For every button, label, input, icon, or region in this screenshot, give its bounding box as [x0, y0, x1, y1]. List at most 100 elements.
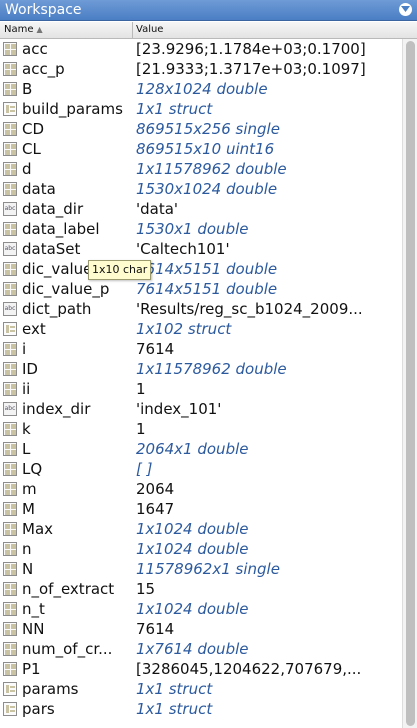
variable-value: [23.9296;1.1784e+03;0.1700] [136, 40, 366, 58]
variable-value: 1x1024 double [136, 600, 249, 618]
matrix-variable-icon [3, 362, 17, 376]
variable-row[interactable]: CL 869515x10 uint16 [0, 139, 402, 159]
variable-name: P1 [22, 660, 41, 678]
variable-name: ii [22, 380, 31, 398]
variable-row[interactable]: P1 [3286045,1204622,707679,... [0, 659, 402, 679]
variable-row[interactable]: abc dict_path 'Results/reg_sc_b1024_2009..… [0, 299, 402, 319]
variable-value: [3286045,1204622,707679,... [136, 660, 362, 678]
variable-name: data_dir [22, 200, 84, 218]
variable-value: 1530x1 double [136, 220, 249, 238]
name-column-header[interactable]: Name ▲ [4, 22, 43, 38]
column-divider[interactable] [132, 22, 133, 38]
value-column-header[interactable]: Value [136, 22, 163, 38]
variable-row[interactable]: k1 [0, 419, 402, 439]
variable-row[interactable]: NN 7614 [0, 619, 402, 639]
variable-value: 1 [136, 380, 146, 398]
variable-list: acc [23.9296;1.1784e+03;0.1700] acc_p [21.9… [0, 39, 402, 719]
variable-row[interactable]: LQ [ ] [0, 459, 402, 479]
variable-row[interactable]: n_of_extract 15 [0, 579, 402, 599]
variable-value: 'data' [136, 200, 179, 218]
variable-row[interactable]: dic_value_p 7614x5151 double [0, 279, 402, 299]
variable-row[interactable]: build_params 1x1 struct [0, 99, 402, 119]
matrix-variable-icon [3, 662, 17, 676]
matrix-variable-icon [3, 522, 17, 536]
variable-name: ext [22, 320, 46, 338]
matrix-variable-icon [3, 562, 17, 576]
char-variable-icon: abc [3, 242, 17, 256]
variable-name: pars [22, 700, 55, 718]
variable-name: CL [22, 140, 41, 158]
variable-row[interactable]: M 1647 [0, 499, 402, 519]
variable-row[interactable]: acc_p [21.9333;1.3717e+03;0.1097] [0, 59, 402, 79]
variable-name: params [22, 680, 79, 698]
variable-row[interactable]: i 7614 [0, 339, 402, 359]
tooltip: 1x10 char [88, 260, 152, 280]
matrix-variable-icon [3, 602, 17, 616]
variable-value: 1x102 struct [136, 320, 232, 338]
variable-row[interactable]: L 2064x1 double [0, 439, 402, 459]
variable-value: 1x1024 double [136, 540, 249, 558]
variable-row[interactable]: acc [23.9296;1.1784e+03;0.1700] [0, 39, 402, 59]
variable-row[interactable]: d 1x11578962 double [0, 159, 402, 179]
matrix-variable-icon [3, 342, 17, 356]
variable-value: 1 [136, 420, 146, 438]
matrix-variable-icon [3, 62, 17, 76]
variable-value: 'Results/reg_sc_b1024_2009... [136, 300, 363, 318]
variable-row[interactable]: num_of_cr... 1x7614 double [0, 639, 402, 659]
variable-name: i [22, 340, 27, 358]
variable-row[interactable]: n 1x1024 double [0, 539, 402, 559]
variable-value: 1x1024 double [136, 520, 249, 538]
variable-row[interactable]: abc dataSet 'Caltech101' [0, 239, 402, 259]
variable-row[interactable]: ext 1x102 struct [0, 319, 402, 339]
matrix-variable-icon [3, 262, 17, 276]
variable-name: m [22, 480, 37, 498]
variable-value: 7614 [136, 340, 175, 358]
matrix-variable-icon [3, 142, 17, 156]
variable-name: dataSet [22, 240, 81, 258]
chevron-down-icon[interactable] [399, 3, 412, 16]
struct-variable-icon [3, 702, 17, 716]
vertical-scrollbar[interactable] [402, 39, 417, 728]
variable-row[interactable]: abc index_dir 'index_101' [0, 399, 402, 419]
variable-row[interactable]: Max 1x1024 double [0, 519, 402, 539]
variable-value: 1x11578962 double [136, 160, 287, 178]
variable-row[interactable]: CD 869515x256 single [0, 119, 402, 139]
variable-name: dict_path [22, 300, 92, 318]
workspace-title-bar: Workspace [0, 0, 417, 21]
variable-row[interactable]: n_t 1x1024 double [0, 599, 402, 619]
char-variable-icon: abc [3, 302, 17, 316]
variable-row[interactable]: m 2064 [0, 479, 402, 499]
variable-value: 2064x1 double [136, 440, 249, 458]
variable-name: M [22, 500, 35, 518]
variable-row[interactable]: params 1x1 struct [0, 679, 402, 699]
matrix-variable-icon [3, 82, 17, 96]
variable-value: 1x1 struct [136, 100, 213, 118]
variable-row[interactable]: B 128x1024 double [0, 79, 402, 99]
variable-name: n [22, 540, 32, 558]
variable-name: N [22, 560, 34, 578]
variable-name: ID [22, 360, 38, 378]
variable-value: 7614 [136, 620, 175, 638]
matrix-variable-icon [3, 542, 17, 556]
variable-row[interactable]: data 1530x1024 double [0, 179, 402, 199]
variable-value: 1x11578962 double [136, 360, 287, 378]
matrix-variable-icon [3, 42, 17, 56]
struct-variable-icon [3, 322, 17, 336]
variable-name: index_dir [22, 400, 91, 418]
variable-name: CD [22, 120, 45, 138]
variable-name: acc_p [22, 60, 65, 78]
matrix-variable-icon [3, 442, 17, 456]
variable-value: [ ] [136, 460, 153, 478]
matrix-variable-icon [3, 122, 17, 136]
variable-row[interactable]: N 11578962x1 single [0, 559, 402, 579]
scrollbar-thumb[interactable] [406, 41, 415, 726]
variable-row[interactable]: data_label 1530x1 double [0, 219, 402, 239]
variable-row[interactable]: pars 1x1 struct [0, 699, 402, 719]
variable-row[interactable]: abc data_dir 'data' [0, 199, 402, 219]
window-title: Workspace [5, 2, 82, 18]
variable-row[interactable]: dic_value 7614x5151 double [0, 259, 402, 279]
matrix-variable-icon [3, 502, 17, 516]
variable-row[interactable]: ID 1x11578962 double [0, 359, 402, 379]
variable-value: 1647 [136, 500, 175, 518]
variable-row[interactable]: ii 1 [0, 379, 402, 399]
